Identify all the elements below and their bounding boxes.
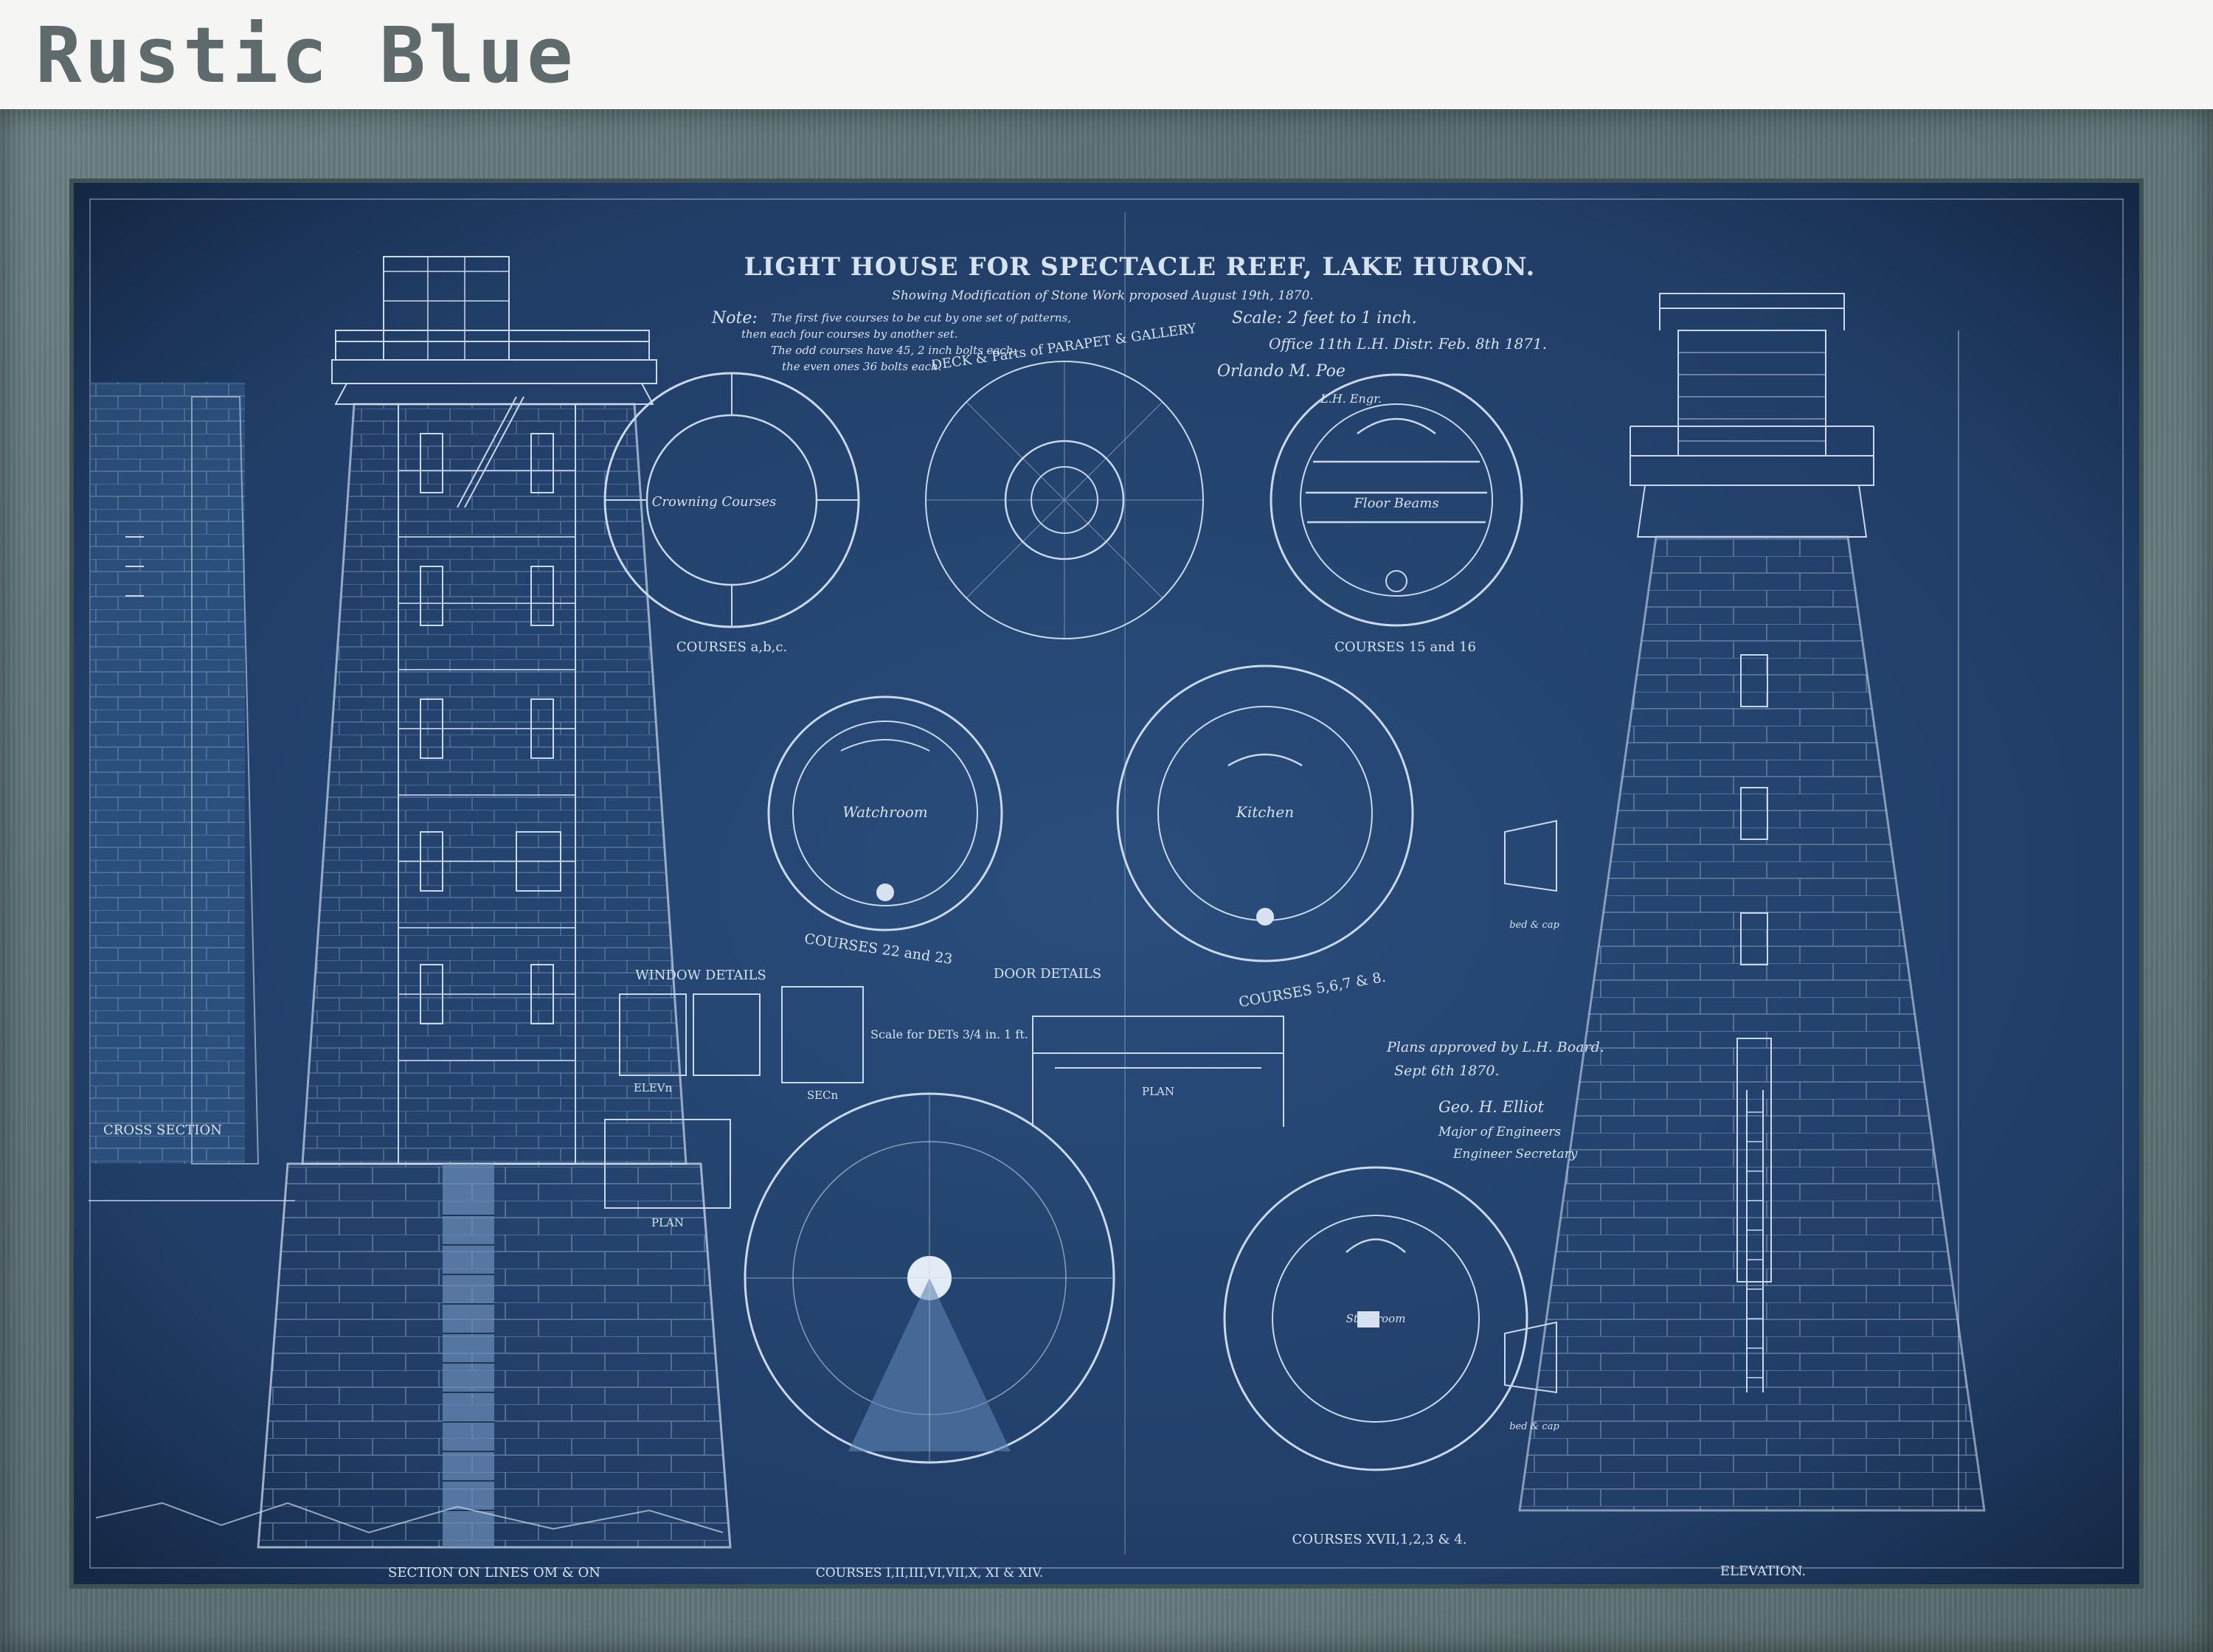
caption-elev: ELEVn	[634, 1081, 673, 1094]
brand-title: Rustic Blue	[35, 10, 576, 100]
blueprint-print: LIGHT HOUSE FOR SPECTACLE REEF, LAKE HUR…	[74, 183, 2139, 1584]
caption-courses-15-16: COURSES 15 and 16	[1334, 639, 1476, 655]
label-crowning: Crowning Courses	[652, 494, 777, 510]
approval-line-5: Engineer Secretary	[1452, 1147, 1578, 1162]
label-bed-cap-bottom: bed & cap	[1509, 1421, 1559, 1432]
note-line-4: the even ones 36 bolts each.	[782, 360, 941, 373]
caption-window-details: WINDOW DETAILS	[635, 968, 766, 983]
label-watchroom: Watchroom	[842, 803, 927, 821]
caption-elevation: ELEVATION.	[1720, 1564, 1806, 1579]
label-kitchen: Kitchen	[1236, 803, 1294, 821]
note-line-2: then each four courses by another set.	[741, 327, 957, 341]
caption-door-details: DOOR DETAILS	[994, 966, 1101, 982]
caption-window-plan: PLAN	[651, 1216, 684, 1229]
label-storeroom: Storeroom	[1346, 1312, 1406, 1325]
approval-line-1: Plans approved by L.H. Board.	[1386, 1039, 1604, 1055]
blueprint-signature: Orlando M. Poe	[1217, 362, 1346, 381]
caption-courses-abc: COURSES a,b,c.	[676, 639, 787, 655]
approval-line-4: Major of Engineers	[1438, 1125, 1561, 1139]
blueprint-title: LIGHT HOUSE FOR SPECTACLE REEF, LAKE HUR…	[744, 252, 1536, 282]
approval-line-2: Sept 6th 1870.	[1394, 1063, 1500, 1079]
blueprint-drawing: LIGHT HOUSE FOR SPECTACLE REEF, LAKE HUR…	[74, 183, 2139, 1584]
caption-courses-17: COURSES XVII,1,2,3 & 4.	[1292, 1532, 1467, 1547]
plan-deck-gallery	[925, 361, 1204, 639]
blueprint-engineer: L.H. Engr.	[1320, 392, 1382, 406]
caption-cross-section: CROSS SECTION	[103, 1122, 222, 1138]
blueprint-subtitle: Showing Modification of Stone Work propo…	[892, 288, 1314, 303]
note-line-1: The first five courses to be cut by one …	[771, 311, 1071, 324]
approval-line-3: Geo. H. Elliot	[1438, 1098, 1545, 1116]
blueprint-scale: Scale: 2 feet to 1 inch.	[1232, 309, 1417, 327]
header-band: Rustic Blue	[0, 0, 2213, 109]
note-label: Note:	[711, 309, 758, 327]
caption-scale-details: Scale for DETs 3/4 in. 1 ft.	[870, 1027, 1028, 1041]
caption-courses-large: COURSES I,II,III,VI,VII,X, XI & XIV.	[816, 1566, 1043, 1580]
label-floor-beams: Floor Beams	[1353, 496, 1438, 511]
caption-sec: SECn	[807, 1089, 839, 1102]
caption-section-lines: SECTION ON LINES OM & ON	[388, 1565, 600, 1580]
label-bed-cap-top: bed & cap	[1509, 920, 1559, 931]
picture-frame: LIGHT HOUSE FOR SPECTACLE REEF, LAKE HUR…	[0, 109, 2213, 1652]
caption-door-plan: PLAN	[1142, 1085, 1174, 1098]
blueprint-office: Office 11th L.H. Distr. Feb. 8th 1871.	[1269, 335, 1547, 353]
